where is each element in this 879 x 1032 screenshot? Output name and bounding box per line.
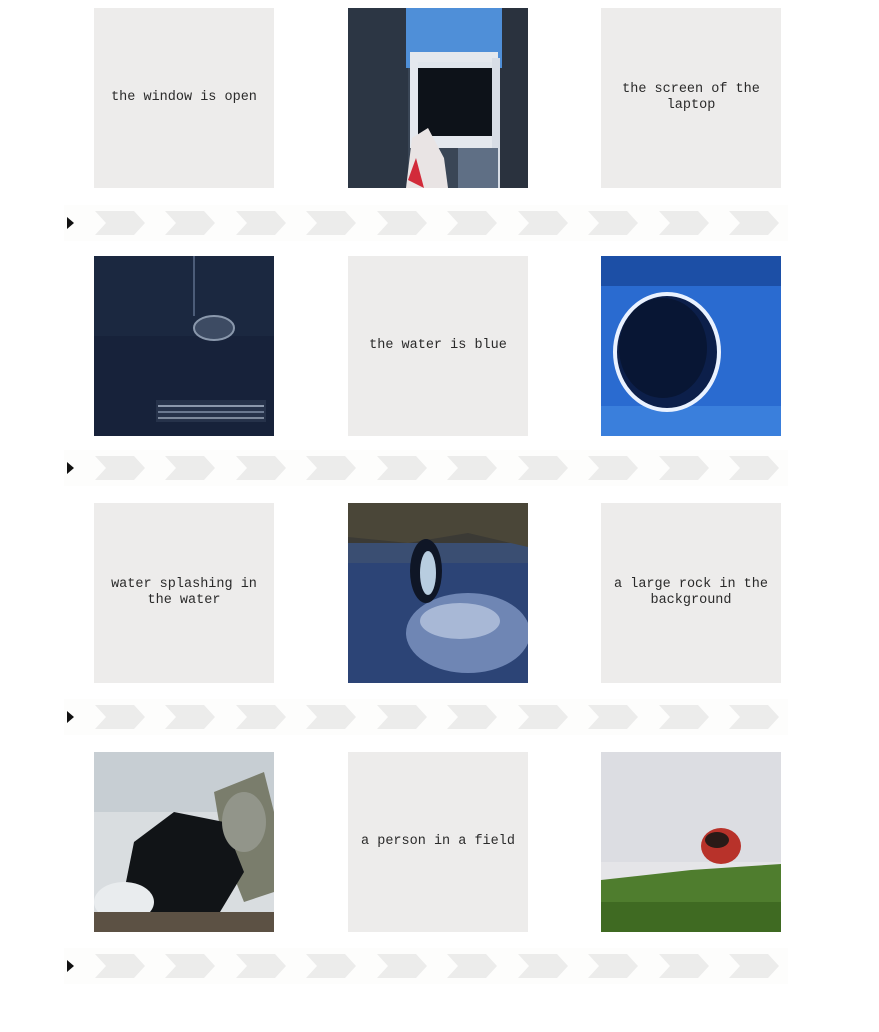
chevron-segment (306, 705, 356, 729)
chevron-segment (729, 954, 779, 978)
chevron-segment (95, 705, 145, 729)
chevron-segment (518, 456, 568, 480)
chevron-segment (588, 954, 638, 978)
chevron-segment (659, 705, 709, 729)
row-2: the water is blue (0, 256, 879, 436)
chevron-segment (306, 456, 356, 480)
caption-tile: a large rock in the background (601, 503, 781, 683)
caption-tile: the water is blue (348, 256, 528, 436)
chevron-segment (518, 705, 568, 729)
play-icon[interactable] (67, 217, 74, 229)
chevron-segment (165, 211, 215, 235)
chevron-segment (518, 211, 568, 235)
chevron-segment (659, 456, 709, 480)
chevron-segment (588, 456, 638, 480)
caption-tile: water splashing in the water (94, 503, 274, 683)
chevron-segment (447, 705, 497, 729)
chevron-segment (377, 211, 427, 235)
chevron-segment (447, 954, 497, 978)
field-rock-image (601, 752, 781, 932)
dark-water-image (94, 256, 274, 436)
chevron-segment (729, 211, 779, 235)
chevron-segment (236, 954, 286, 978)
chevron-segment (377, 705, 427, 729)
chevron-segment (518, 954, 568, 978)
chevron-segment (377, 954, 427, 978)
row-4: a person in a field (0, 752, 879, 932)
chevron-segment (165, 456, 215, 480)
chevron-segment (306, 954, 356, 978)
bird-water-image (348, 503, 528, 683)
chevron-segment (236, 705, 286, 729)
chevron-segment (729, 456, 779, 480)
chevron-segment (165, 954, 215, 978)
timeline-strip (64, 699, 788, 735)
row-3: water splashing in the water a large roc… (0, 503, 879, 683)
chevron-segment (377, 456, 427, 480)
chevron-segment (95, 954, 145, 978)
chevron-segment (306, 211, 356, 235)
blue-hole-image (601, 256, 781, 436)
chevron-segment (659, 954, 709, 978)
timeline-strip (64, 205, 788, 241)
chevron-segment (588, 211, 638, 235)
chevron-segment (588, 705, 638, 729)
chevron-segment (95, 456, 145, 480)
rock-cloud-image (94, 752, 274, 932)
chevron-segment (447, 211, 497, 235)
caption-tile: the window is open (94, 8, 274, 188)
caption-tile: the screen of the laptop (601, 8, 781, 188)
window-image (348, 8, 528, 188)
chevron-segment (236, 211, 286, 235)
chevron-segment (236, 456, 286, 480)
chevron-segment (729, 705, 779, 729)
caption-tile: a person in a field (348, 752, 528, 932)
play-icon[interactable] (67, 960, 74, 972)
play-icon[interactable] (67, 711, 74, 723)
chevron-segment (447, 456, 497, 480)
chevron-segment (165, 705, 215, 729)
timeline-strip (64, 450, 788, 486)
timeline-strip (64, 948, 788, 984)
chevron-segment (659, 211, 709, 235)
play-icon[interactable] (67, 462, 74, 474)
chevron-segment (95, 211, 145, 235)
row-1: the window is open the screen of the lap… (0, 8, 879, 188)
